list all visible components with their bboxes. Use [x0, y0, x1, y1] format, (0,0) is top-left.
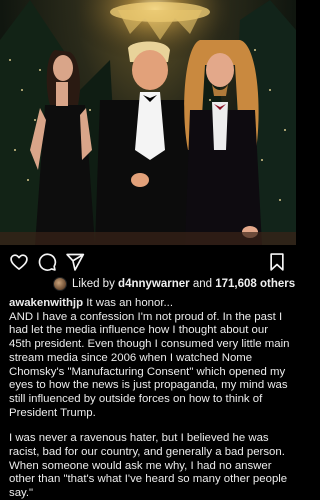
- post-action-bar: [0, 246, 296, 276]
- person-right: [184, 40, 262, 245]
- photo-illustration: [0, 0, 296, 245]
- liker-username[interactable]: d4nnywarner: [118, 278, 190, 290]
- avatar[interactable]: [53, 277, 67, 291]
- heart-outline-icon[interactable]: [9, 252, 29, 272]
- likes-count[interactable]: 171,608 others: [215, 278, 295, 290]
- caption-text-1: AND I have a confession I'm not proud of…: [9, 310, 290, 419]
- caption-paragraph-1: awakenwithjp It was an honor... AND I hav…: [9, 297, 292, 420]
- likes-and: and: [192, 278, 213, 290]
- post-username[interactable]: awakenwithjp: [9, 297, 83, 309]
- paper-plane-icon[interactable]: [65, 252, 85, 272]
- likes-text[interactable]: Liked by d4nnywarner and 171,608 others: [72, 278, 295, 290]
- likes-prefix: Liked by: [72, 278, 115, 290]
- likes-summary[interactable]: Liked by d4nnywarner and 171,608 others: [0, 276, 296, 294]
- caption-text-2: I was never a ravenous hater, but I beli…: [9, 432, 288, 500]
- comment-bubble-icon[interactable]: [37, 252, 57, 272]
- bookmark-icon[interactable]: [267, 252, 287, 272]
- post-photo[interactable]: [0, 0, 296, 245]
- caption-paragraph-2: I was never a ravenous hater, but I beli…: [9, 432, 292, 500]
- post-caption: awakenwithjp It was an honor... AND I hav…: [9, 297, 292, 500]
- caption-intro: It was an honor...: [86, 297, 173, 309]
